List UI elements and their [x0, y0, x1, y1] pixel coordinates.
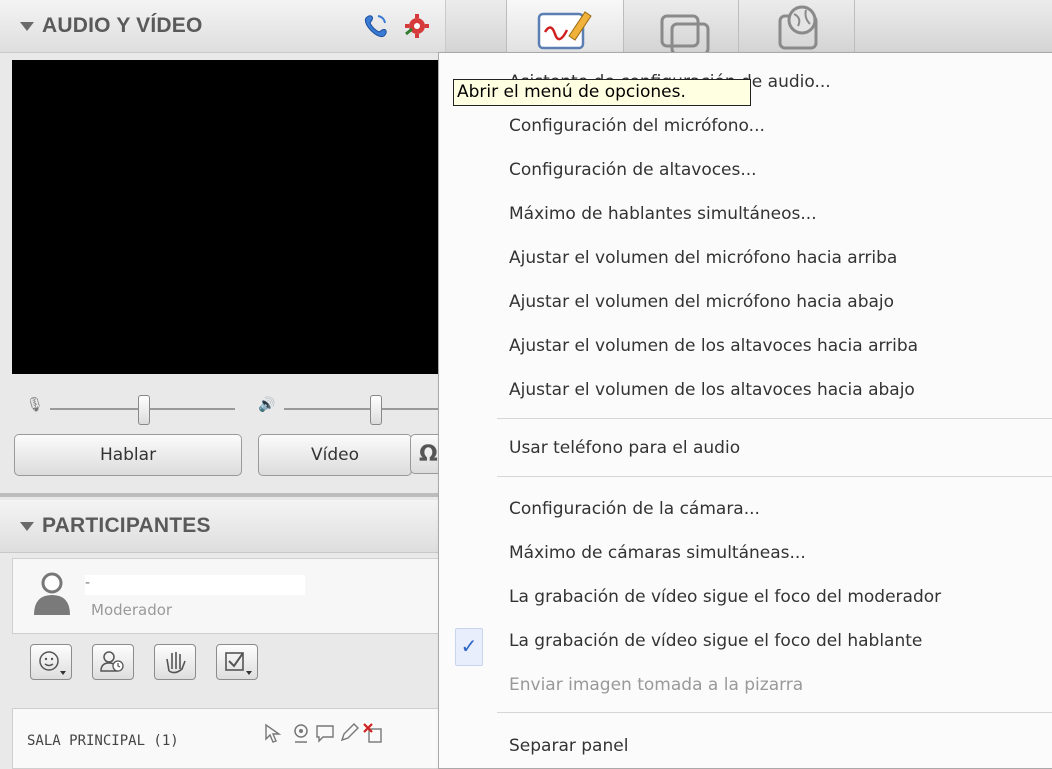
video-button[interactable]: Vídeo	[258, 434, 412, 476]
participant-entry[interactable]: - Moderador	[12, 558, 445, 634]
audio-video-header[interactable]: AUDIO Y VÍDEO	[0, 0, 471, 53]
delete-copy-icon[interactable]	[361, 721, 387, 745]
audio-video-title: AUDIO Y VÍDEO	[42, 14, 203, 37]
checkbox-icon	[225, 652, 252, 675]
pencil-icon[interactable]	[337, 721, 361, 745]
cursor-icon[interactable]	[261, 721, 285, 745]
participant-actions	[0, 634, 445, 694]
panel-divider[interactable]	[0, 493, 445, 497]
globe-icon	[778, 5, 818, 50]
room-label: SALA PRINCIPAL (1)	[27, 733, 179, 749]
tab-application-sharing[interactable]	[622, 0, 739, 56]
user-clock-icon	[100, 651, 124, 672]
participant-role: Moderador	[91, 601, 173, 619]
menu-item-mic-volume-down[interactable]: Ajustar el volumen del micrófono hacia a…	[509, 291, 894, 313]
options-tooltip: Abrir el menú de opciones.	[453, 79, 751, 106]
chat-icon[interactable]	[313, 721, 337, 745]
speaker-icon: 🔊	[258, 397, 276, 413]
speaker-slider-thumb[interactable]	[370, 395, 382, 425]
volume-sliders: 🎙 🔊	[0, 385, 445, 425]
whiteboard-icon	[537, 11, 592, 50]
menu-item-follow-moderator[interactable]: La grabación de vídeo sigue el foco del …	[509, 586, 941, 608]
menu-separator	[497, 476, 1052, 477]
tab-web-tour[interactable]	[738, 0, 855, 52]
gear-icon[interactable]	[402, 12, 432, 40]
microphone-icon: 🎙	[26, 397, 44, 413]
menu-separator	[497, 418, 1052, 419]
speaker-slider-track[interactable]	[284, 408, 445, 410]
mic-slider-thumb[interactable]	[138, 395, 150, 425]
menu-item-use-phone[interactable]: Usar teléfono para el audio	[509, 437, 740, 459]
participants-title: PARTICIPANTES	[42, 514, 211, 537]
application-sharing-icon	[660, 14, 710, 56]
menu-item-send-snapshot: Enviar imagen tomada a la pizarra	[509, 675, 804, 695]
avatar-icon	[34, 572, 70, 615]
menu-item-camera-settings[interactable]: Configuración de la cámara...	[509, 498, 760, 520]
hand-icon	[166, 652, 186, 674]
participants-header[interactable]: PARTICIPANTES	[0, 500, 445, 553]
left-panel: AUDIO Y VÍDEO 🎙 🔊 Hablar Vídeo Ω PARTICI…	[0, 0, 471, 769]
menu-item-speaker-volume-down[interactable]: Ajustar el volumen de los altavoces haci…	[509, 379, 915, 401]
talk-button[interactable]: Hablar	[14, 434, 242, 476]
participant-name: -	[85, 575, 305, 595]
away-button[interactable]	[92, 644, 134, 680]
menu-item-max-speakers[interactable]: Máximo de hablantes simultáneos...	[509, 203, 817, 225]
emoticon-button[interactable]	[30, 644, 72, 680]
webcam-icon[interactable]	[289, 721, 313, 745]
content-tabbar	[446, 0, 1052, 56]
smiley-icon	[39, 651, 66, 675]
options-menu: Asistente de configuración de audio... C…	[438, 52, 1052, 769]
phone-icon[interactable]	[360, 12, 390, 40]
checkmark-icon: ✓	[455, 628, 483, 666]
menu-separator	[497, 712, 1052, 713]
raise-hand-button[interactable]	[154, 644, 196, 680]
menu-item-mic-volume-up[interactable]: Ajustar el volumen del micrófono hacia a…	[509, 247, 897, 269]
menu-item-follow-speaker[interactable]: La grabación de vídeo sigue el foco del …	[509, 630, 922, 652]
menu-item-mic-settings[interactable]: Configuración del micrófono...	[509, 115, 765, 137]
room-entry[interactable]: SALA PRINCIPAL (1)	[12, 708, 445, 769]
menu-item-detach-panel[interactable]: Separar panel	[509, 735, 628, 757]
menu-item-speaker-volume-up[interactable]: Ajustar el volumen de los altavoces haci…	[509, 335, 918, 357]
collapse-caret-icon[interactable]	[20, 522, 34, 531]
menu-item-max-cameras[interactable]: Máximo de cámaras simultáneas...	[509, 542, 806, 564]
poll-button[interactable]	[216, 644, 258, 680]
menu-item-speaker-settings[interactable]: Configuración de altavoces...	[509, 159, 757, 181]
tab-whiteboard[interactable]	[506, 0, 624, 52]
video-area	[12, 60, 445, 374]
collapse-caret-icon[interactable]	[20, 22, 34, 31]
